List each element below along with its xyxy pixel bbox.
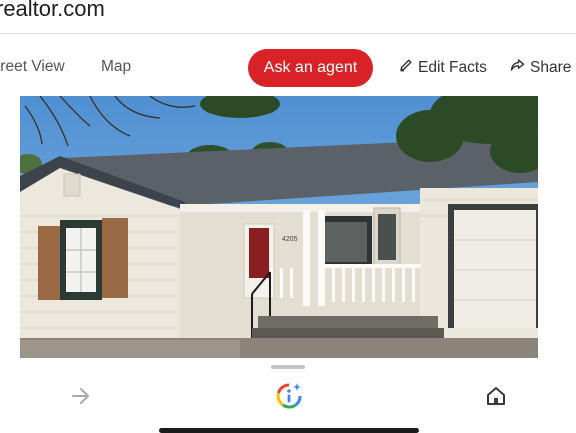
gesture-bar[interactable] xyxy=(159,428,419,433)
google-lens-icon[interactable] xyxy=(275,382,303,415)
front-door xyxy=(249,228,269,278)
left-shutter xyxy=(38,226,60,300)
browser-url-bar[interactable]: realtor.com xyxy=(0,0,576,34)
map-link[interactable]: Map xyxy=(101,58,131,76)
house-number: 4205 xyxy=(282,236,298,243)
url-text[interactable]: realtor.com xyxy=(0,0,105,22)
porch-steps xyxy=(258,316,438,328)
share-button[interactable]: Share t xyxy=(510,58,576,77)
edit-facts-label: Edit Facts xyxy=(418,58,487,76)
porch-railing xyxy=(325,264,421,268)
listing-toolbar: treet View Map Ask an agent Edit Facts S… xyxy=(0,34,576,96)
street-view-link[interactable]: treet View xyxy=(0,58,65,76)
house-photo-illustration: 4205 xyxy=(20,96,538,358)
share-icon xyxy=(510,58,525,77)
garage-door xyxy=(454,210,536,328)
pencil-icon xyxy=(399,58,413,77)
attic-vent xyxy=(63,173,81,197)
porch-column xyxy=(318,210,325,306)
drag-handle[interactable] xyxy=(271,365,305,369)
ask-agent-label: Ask an agent xyxy=(263,59,358,76)
forward-arrow-icon[interactable] xyxy=(70,386,92,411)
right-shutter xyxy=(102,218,128,298)
share-label: Share t xyxy=(530,58,576,76)
porch-column xyxy=(303,210,310,306)
edit-facts-button[interactable]: Edit Facts xyxy=(399,58,487,77)
bottom-navigation xyxy=(0,358,576,433)
ask-agent-button[interactable]: Ask an agent xyxy=(248,49,373,87)
home-icon[interactable] xyxy=(485,386,507,411)
listing-photo[interactable]: 4205 xyxy=(20,96,538,358)
